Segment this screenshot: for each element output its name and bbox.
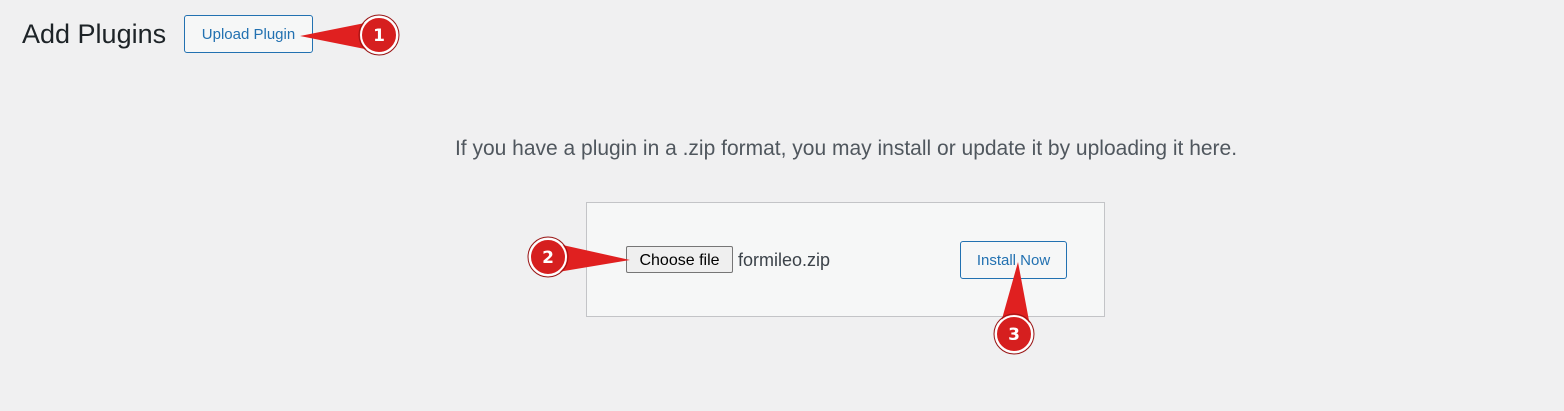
badge-1-label: 1: [373, 26, 385, 46]
choose-file-button[interactable]: Choose file: [626, 246, 733, 273]
badge-2-circle: [529, 238, 567, 276]
page-title: Add Plugins: [22, 19, 167, 49]
badge-1-circle: [360, 16, 398, 54]
selected-file-name: formileo.zip: [738, 250, 831, 270]
badge-2-label: 2: [542, 248, 554, 268]
badge-3-circle: [995, 315, 1033, 353]
upload-plugin-button[interactable]: Upload Plugin: [184, 15, 313, 53]
badge-3-label: 3: [1008, 325, 1020, 345]
install-now-button[interactable]: Install Now: [960, 241, 1067, 279]
upload-help-text: If you have a plugin in a .zip format, y…: [454, 137, 1238, 160]
annotation-arrow-1: 1: [300, 14, 400, 56]
